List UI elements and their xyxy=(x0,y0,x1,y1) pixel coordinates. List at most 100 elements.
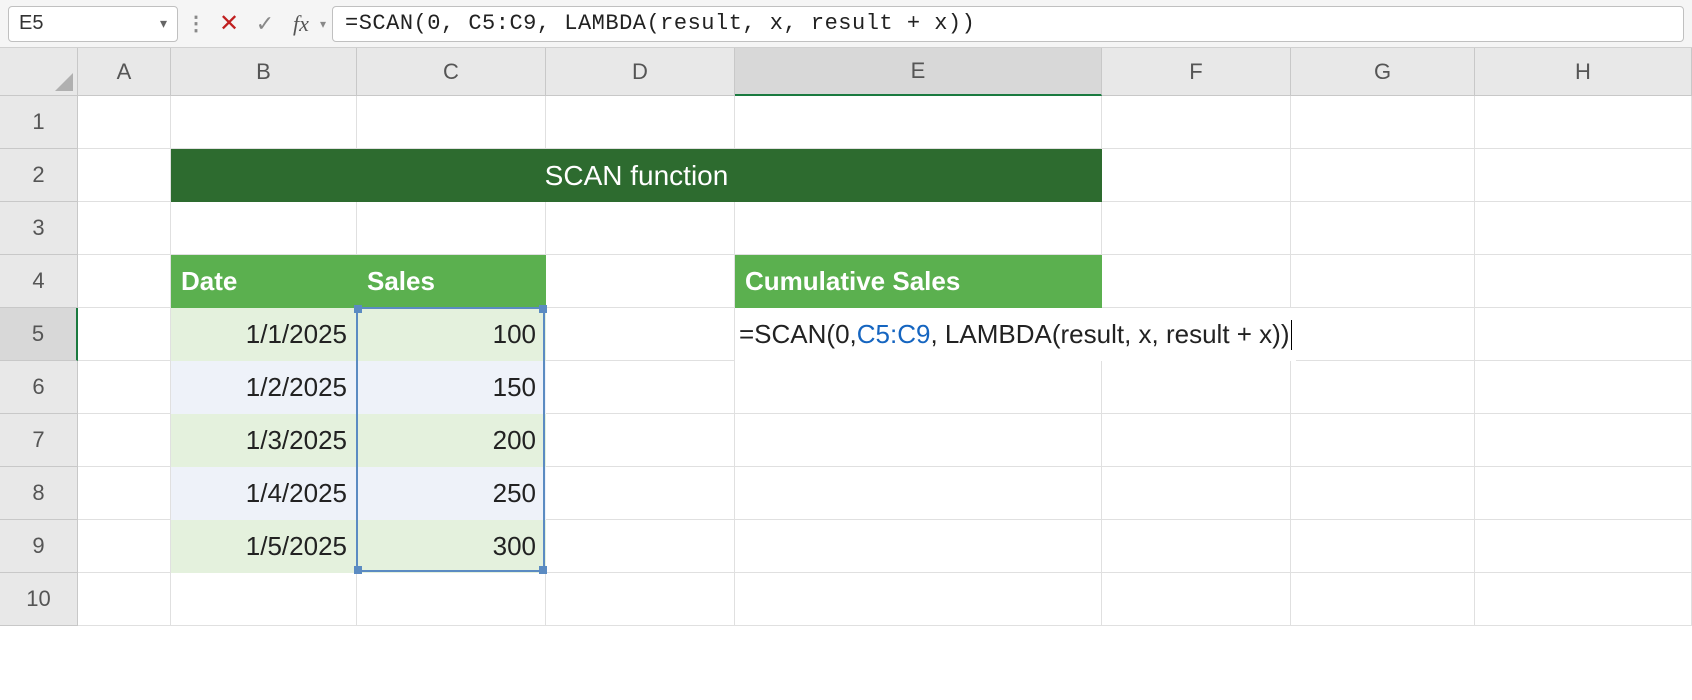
column-header-E[interactable]: E xyxy=(735,48,1102,96)
cell-date-8[interactable]: 1/4/2025 xyxy=(171,467,357,520)
cell-H8[interactable] xyxy=(1475,467,1692,520)
cell-G5[interactable] xyxy=(1291,308,1475,361)
column-header-D[interactable]: D xyxy=(546,48,735,96)
cell-E10[interactable] xyxy=(735,573,1102,626)
cell-E8[interactable] xyxy=(735,467,1102,520)
cell-A10[interactable] xyxy=(78,573,171,626)
cell-E3[interactable] xyxy=(735,202,1102,255)
column-header-G[interactable]: G xyxy=(1291,48,1475,96)
cell-A1[interactable] xyxy=(78,96,171,149)
cell-H1[interactable] xyxy=(1475,96,1692,149)
cell-B1[interactable] xyxy=(171,96,357,149)
cell-F7[interactable] xyxy=(1102,414,1291,467)
cell-A6[interactable] xyxy=(78,361,171,414)
cell-G8[interactable] xyxy=(1291,467,1475,520)
cell-sales-7[interactable]: 200 xyxy=(357,414,546,467)
cell-F6[interactable] xyxy=(1102,361,1291,414)
cell-G2[interactable] xyxy=(1291,149,1475,202)
cell-G9[interactable] xyxy=(1291,520,1475,573)
cell-date-9[interactable]: 1/5/2025 xyxy=(171,520,357,573)
row-header-4[interactable]: 4 xyxy=(0,255,78,308)
cell-F3[interactable] xyxy=(1102,202,1291,255)
cell-G1[interactable] xyxy=(1291,96,1475,149)
column-header-F[interactable]: F xyxy=(1102,48,1291,96)
cell-D8[interactable] xyxy=(546,467,735,520)
formula-input[interactable]: =SCAN(0, C5:C9, LAMBDA(result, x, result… xyxy=(332,6,1684,42)
fx-icon[interactable]: fx xyxy=(286,9,316,39)
row-header-8[interactable]: 8 xyxy=(0,467,78,520)
cell-D9[interactable] xyxy=(546,520,735,573)
cell-H10[interactable] xyxy=(1475,573,1692,626)
chevron-down-icon[interactable]: ▾ xyxy=(320,17,326,31)
column-header-A[interactable]: A xyxy=(78,48,171,96)
cell-A5[interactable] xyxy=(78,308,171,361)
cell-D6[interactable] xyxy=(546,361,735,414)
row-header-6[interactable]: 6 xyxy=(0,361,78,414)
cell-F4[interactable] xyxy=(1102,255,1291,308)
cell-G10[interactable] xyxy=(1291,573,1475,626)
cell-C3[interactable] xyxy=(357,202,546,255)
chevron-down-icon[interactable]: ▾ xyxy=(160,15,167,32)
select-all-corner[interactable] xyxy=(0,48,78,96)
cell-H9[interactable] xyxy=(1475,520,1692,573)
column-header-H[interactable]: H xyxy=(1475,48,1692,96)
cell-H6[interactable] xyxy=(1475,361,1692,414)
cell-sales-8[interactable]: 250 xyxy=(357,467,546,520)
row-header-2[interactable]: 2 xyxy=(0,149,78,202)
cancel-icon[interactable]: ✕ xyxy=(214,9,244,39)
cell-A8[interactable] xyxy=(78,467,171,520)
cell-date-5[interactable]: 1/1/2025 xyxy=(171,308,357,361)
cell-F10[interactable] xyxy=(1102,573,1291,626)
column-header-B[interactable]: B xyxy=(171,48,357,96)
cell-A3[interactable] xyxy=(78,202,171,255)
cell-F8[interactable] xyxy=(1102,467,1291,520)
name-box-value: E5 xyxy=(19,12,43,35)
cell-D1[interactable] xyxy=(546,96,735,149)
cell-E7[interactable] xyxy=(735,414,1102,467)
row-header-5[interactable]: 5 xyxy=(0,308,78,361)
cell-date-6[interactable]: 1/2/2025 xyxy=(171,361,357,414)
cell-D5[interactable] xyxy=(546,308,735,361)
cell-sales-6[interactable]: 150 xyxy=(357,361,546,414)
cell-sales-5[interactable]: 100 xyxy=(357,308,546,361)
cell-G4[interactable] xyxy=(1291,255,1475,308)
cell-A9[interactable] xyxy=(78,520,171,573)
cell-A2[interactable] xyxy=(78,149,171,202)
row-header-9[interactable]: 9 xyxy=(0,520,78,573)
cell-C1[interactable] xyxy=(357,96,546,149)
cell-A7[interactable] xyxy=(78,414,171,467)
row-header-3[interactable]: 3 xyxy=(0,202,78,255)
cell-E9[interactable] xyxy=(735,520,1102,573)
cell-C10[interactable] xyxy=(357,573,546,626)
row-headers: 12345678910 xyxy=(0,96,78,626)
cell-H7[interactable] xyxy=(1475,414,1692,467)
cell-A4[interactable] xyxy=(78,255,171,308)
row-header-10[interactable]: 10 xyxy=(0,573,78,626)
cell-sales-9[interactable]: 300 xyxy=(357,520,546,573)
cell-G6[interactable] xyxy=(1291,361,1475,414)
cell-H2[interactable] xyxy=(1475,149,1692,202)
cell-F2[interactable] xyxy=(1102,149,1291,202)
formula-editing-cell[interactable]: =SCAN(0, C5:C9, LAMBDA(result, x, result… xyxy=(735,308,1296,361)
cell-H3[interactable] xyxy=(1475,202,1692,255)
name-box[interactable]: E5 ▾ xyxy=(8,6,178,42)
cell-D4[interactable] xyxy=(546,255,735,308)
cell-F9[interactable] xyxy=(1102,520,1291,573)
row-header-7[interactable]: 7 xyxy=(0,414,78,467)
cell-B3[interactable] xyxy=(171,202,357,255)
cell-E1[interactable] xyxy=(735,96,1102,149)
cell-G7[interactable] xyxy=(1291,414,1475,467)
cell-H4[interactable] xyxy=(1475,255,1692,308)
cell-date-7[interactable]: 1/3/2025 xyxy=(171,414,357,467)
cell-D3[interactable] xyxy=(546,202,735,255)
row-header-1[interactable]: 1 xyxy=(0,96,78,149)
cell-H5[interactable] xyxy=(1475,308,1692,361)
cell-D10[interactable] xyxy=(546,573,735,626)
cell-F1[interactable] xyxy=(1102,96,1291,149)
cell-B10[interactable] xyxy=(171,573,357,626)
column-header-C[interactable]: C xyxy=(357,48,546,96)
cell-E6[interactable] xyxy=(735,361,1102,414)
enter-icon[interactable]: ✓ xyxy=(250,9,280,39)
cell-D7[interactable] xyxy=(546,414,735,467)
cell-G3[interactable] xyxy=(1291,202,1475,255)
